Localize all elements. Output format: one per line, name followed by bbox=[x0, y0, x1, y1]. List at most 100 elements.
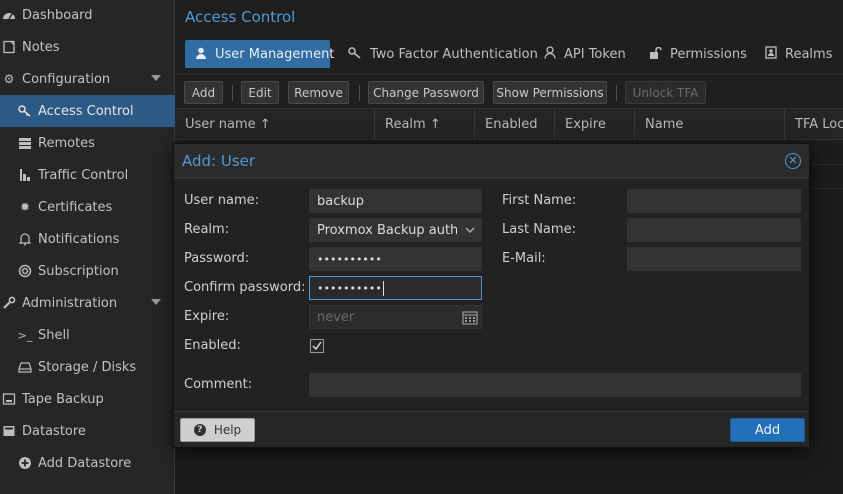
chevron-down-icon[interactable] bbox=[151, 75, 161, 81]
enabled-label: Enabled: bbox=[184, 338, 241, 353]
server-icon bbox=[18, 136, 32, 150]
sidebar: Dashboard Notes ⚙ Configuration Access C… bbox=[0, 0, 175, 494]
password-label: Password: bbox=[184, 251, 250, 266]
question-circle-icon: ? bbox=[193, 424, 206, 436]
sidebar-item-label: Remotes bbox=[38, 135, 95, 151]
remove-button[interactable]: Remove bbox=[288, 81, 349, 104]
column-header-tfa-lock[interactable]: TFA Lock bbox=[785, 109, 843, 140]
notes-icon bbox=[2, 40, 16, 54]
tab-permissions[interactable]: Permissions bbox=[639, 40, 757, 68]
address-book-icon bbox=[765, 46, 777, 62]
add-button[interactable]: Add bbox=[184, 81, 223, 104]
expire-label: Expire: bbox=[184, 309, 230, 324]
sidebar-item-label: Datastore bbox=[22, 423, 86, 439]
signal-icon bbox=[18, 168, 32, 182]
wrench-icon bbox=[2, 296, 16, 310]
sidebar-item-traffic-control[interactable]: Traffic Control bbox=[0, 159, 175, 191]
first-name-input[interactable] bbox=[627, 189, 801, 213]
username-label: User name: bbox=[184, 193, 260, 208]
sidebar-item-remotes[interactable]: Remotes bbox=[0, 127, 175, 159]
sidebar-item-label: Notifications bbox=[38, 231, 120, 247]
key-icon bbox=[348, 46, 362, 62]
help-label: Help bbox=[213, 423, 242, 437]
username-input[interactable]: backup bbox=[309, 189, 482, 213]
toolbar-separator bbox=[232, 85, 233, 101]
sidebar-item-shell[interactable]: >_ Shell bbox=[0, 319, 175, 351]
tab-api-token[interactable]: API Token bbox=[534, 40, 636, 68]
sidebar-item-label: Shell bbox=[38, 327, 70, 343]
sidebar-item-certificates[interactable]: ✹ Certificates bbox=[0, 191, 175, 223]
certificate-icon: ✹ bbox=[19, 200, 31, 214]
column-header-enabled[interactable]: Enabled bbox=[475, 109, 555, 140]
add-user-dialog: Add: User ✕ User name: backup Realm: Pro… bbox=[173, 143, 810, 448]
dialog-form: User name: backup Realm: Proxmox Backup … bbox=[174, 179, 809, 411]
column-header-realm[interactable]: Realm ↑ bbox=[375, 109, 475, 140]
show-permissions-button[interactable]: Show Permissions bbox=[493, 81, 607, 104]
sidebar-item-notifications[interactable]: Notifications bbox=[0, 223, 175, 255]
toolbar-separator bbox=[359, 85, 360, 101]
grid-header: User name ↑ Realm ↑ Enabled Expire Name … bbox=[175, 108, 843, 140]
hdd-icon bbox=[18, 360, 32, 374]
page-title: Access Control bbox=[185, 8, 296, 26]
edit-button[interactable]: Edit bbox=[241, 81, 279, 104]
expire-date-field[interactable]: never bbox=[309, 305, 482, 329]
column-header-username[interactable]: User name ↑ bbox=[175, 109, 375, 140]
tab-two-factor-authentication[interactable]: Two Factor Authentication bbox=[338, 40, 548, 68]
comment-input[interactable] bbox=[309, 373, 801, 397]
tab-label: User Management bbox=[215, 46, 335, 62]
tape-icon bbox=[2, 392, 16, 406]
bell-icon bbox=[18, 232, 32, 246]
last-name-input[interactable] bbox=[627, 218, 801, 242]
sidebar-item-storage-disks[interactable]: Storage / Disks bbox=[0, 351, 175, 383]
realm-value: Proxmox Backup authen bbox=[317, 222, 457, 238]
sidebar-item-label: Add Datastore bbox=[38, 455, 132, 471]
sidebar-item-label: Dashboard bbox=[22, 7, 93, 23]
sidebar-item-access-control[interactable]: Access Control bbox=[0, 95, 175, 127]
tab-label: Realms bbox=[785, 46, 833, 62]
tab-bar: User Management Two Factor Authenticatio… bbox=[175, 38, 843, 68]
sidebar-item-label: Storage / Disks bbox=[38, 359, 137, 375]
sidebar-item-configuration[interactable]: ⚙ Configuration bbox=[0, 63, 175, 95]
tab-realms[interactable]: Realms bbox=[755, 40, 842, 68]
realm-select[interactable]: Proxmox Backup authen bbox=[309, 218, 482, 242]
sidebar-item-label: Tape Backup bbox=[22, 391, 104, 407]
toolbar-separator bbox=[616, 85, 617, 101]
close-icon[interactable]: ✕ bbox=[785, 153, 801, 169]
realm-label: Realm: bbox=[184, 222, 230, 237]
sidebar-item-label: Access Control bbox=[38, 103, 134, 119]
column-header-name[interactable]: Name bbox=[635, 109, 785, 140]
email-input[interactable] bbox=[627, 247, 801, 271]
tab-label: Two Factor Authentication bbox=[370, 46, 538, 62]
toolbar: Add Edit Remove Change Password Show Per… bbox=[175, 74, 843, 106]
sidebar-item-tape-backup[interactable]: Tape Backup bbox=[0, 383, 175, 415]
chevron-down-icon[interactable] bbox=[459, 219, 481, 241]
help-button[interactable]: ? Help bbox=[180, 418, 255, 442]
sidebar-item-administration[interactable]: Administration bbox=[0, 287, 175, 319]
sidebar-item-datastore[interactable]: Datastore bbox=[0, 415, 175, 447]
sidebar-item-notes[interactable]: Notes bbox=[0, 31, 175, 63]
change-password-button[interactable]: Change Password bbox=[368, 81, 484, 104]
sidebar-item-subscription[interactable]: Subscription bbox=[0, 255, 175, 287]
sidebar-item-label: Administration bbox=[22, 295, 118, 311]
sidebar-item-dashboard[interactable]: Dashboard bbox=[0, 0, 175, 31]
tab-label: Permissions bbox=[670, 46, 747, 62]
password-value: •••••••••• bbox=[317, 252, 382, 266]
sidebar-item-label: Configuration bbox=[22, 71, 111, 87]
gears-icon: ⚙ bbox=[3, 72, 15, 86]
confirm-password-label: Confirm password: bbox=[184, 280, 306, 295]
sidebar-item-add-datastore[interactable]: Add Datastore bbox=[0, 447, 175, 479]
dialog-footer: ? Help Add bbox=[174, 411, 809, 447]
tab-user-management[interactable]: User Management bbox=[185, 40, 334, 68]
dialog-title: Add: User bbox=[182, 152, 256, 170]
enabled-checkbox[interactable] bbox=[310, 339, 324, 353]
plus-circle-icon bbox=[18, 456, 32, 470]
unlock-tfa-button[interactable]: Unlock TFA bbox=[625, 81, 706, 104]
calendar-icon[interactable] bbox=[459, 306, 481, 328]
first-name-label: First Name: bbox=[502, 193, 577, 208]
add-submit-button[interactable]: Add bbox=[730, 418, 805, 442]
confirm-password-input[interactable]: •••••••••• bbox=[309, 276, 482, 300]
sidebar-item-label: Certificates bbox=[38, 199, 113, 215]
password-input[interactable]: •••••••••• bbox=[309, 247, 482, 271]
column-header-expire[interactable]: Expire bbox=[555, 109, 635, 140]
chevron-down-icon[interactable] bbox=[151, 299, 161, 305]
